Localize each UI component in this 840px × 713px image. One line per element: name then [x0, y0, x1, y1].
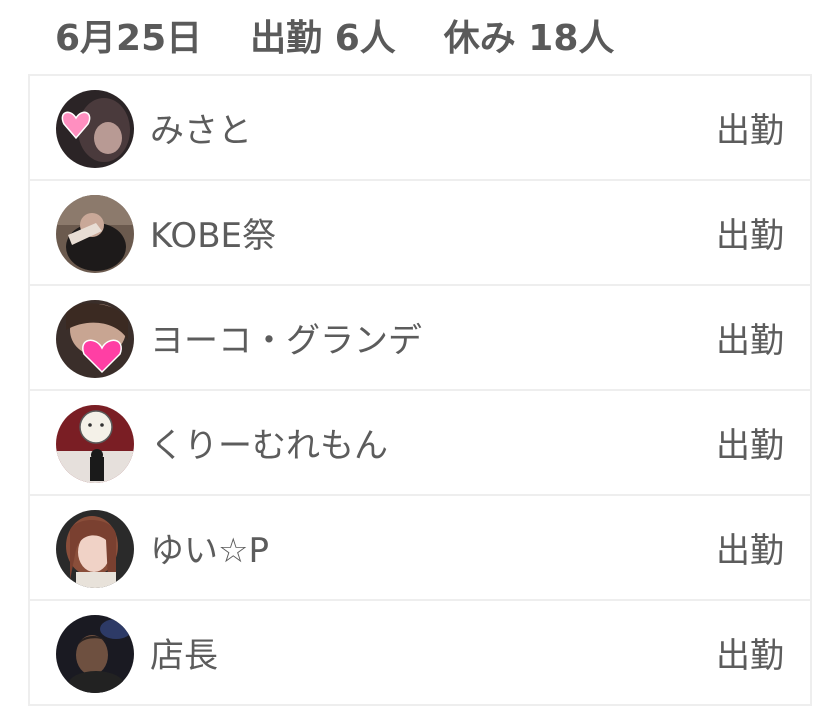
staff-row[interactable]: くりーむれもん 出勤: [28, 391, 812, 496]
off-count: 休み 18人: [443, 18, 615, 59]
avatar: [56, 90, 134, 168]
staff-name: くりーむれもん: [150, 426, 388, 466]
avatar-photo-icon: [56, 90, 134, 168]
avatar-photo-icon: [56, 405, 134, 483]
staff-row[interactable]: KOBE祭 出勤: [28, 181, 812, 286]
avatar: [56, 300, 134, 378]
staff-row[interactable]: みさと 出勤: [28, 76, 812, 181]
avatar: [56, 615, 134, 693]
staff-row[interactable]: 店長 出勤: [28, 601, 812, 706]
date-label: 6月25日: [55, 18, 203, 59]
attendance-status: 出勤: [716, 216, 784, 256]
attendance-status: 出勤: [716, 636, 784, 676]
staff-row[interactable]: ヨーコ・グランデ 出勤: [28, 286, 812, 391]
avatar: [56, 195, 134, 273]
avatar-photo-icon: [56, 510, 134, 588]
staff-list: みさと 出勤 KOBE祭 出勤 ヨーコ・グランデ 出勤 くりーむれもん 出勤 ゆ…: [28, 74, 812, 706]
attendance-status: 出勤: [716, 531, 784, 571]
attendance-status: 出勤: [716, 426, 784, 466]
staff-name: みさと: [150, 111, 252, 151]
staff-name: 店長: [150, 636, 218, 676]
avatar-photo-icon: [56, 300, 134, 378]
avatar-photo-icon: [56, 195, 134, 273]
attendance-summary-header: 6月25日 出勤 6人 休み 18人: [55, 10, 614, 60]
attendance-status: 出勤: [716, 321, 784, 361]
staff-row[interactable]: ゆい☆P 出勤: [28, 496, 812, 601]
staff-name: KOBE祭: [150, 216, 277, 256]
avatar: [56, 405, 134, 483]
staff-name: ゆい☆P: [150, 531, 269, 571]
avatar-photo-icon: [56, 615, 134, 693]
attending-count: 出勤 6人: [250, 18, 396, 59]
staff-name: ヨーコ・グランデ: [150, 321, 422, 361]
avatar: [56, 510, 134, 588]
attendance-status: 出勤: [716, 111, 784, 151]
